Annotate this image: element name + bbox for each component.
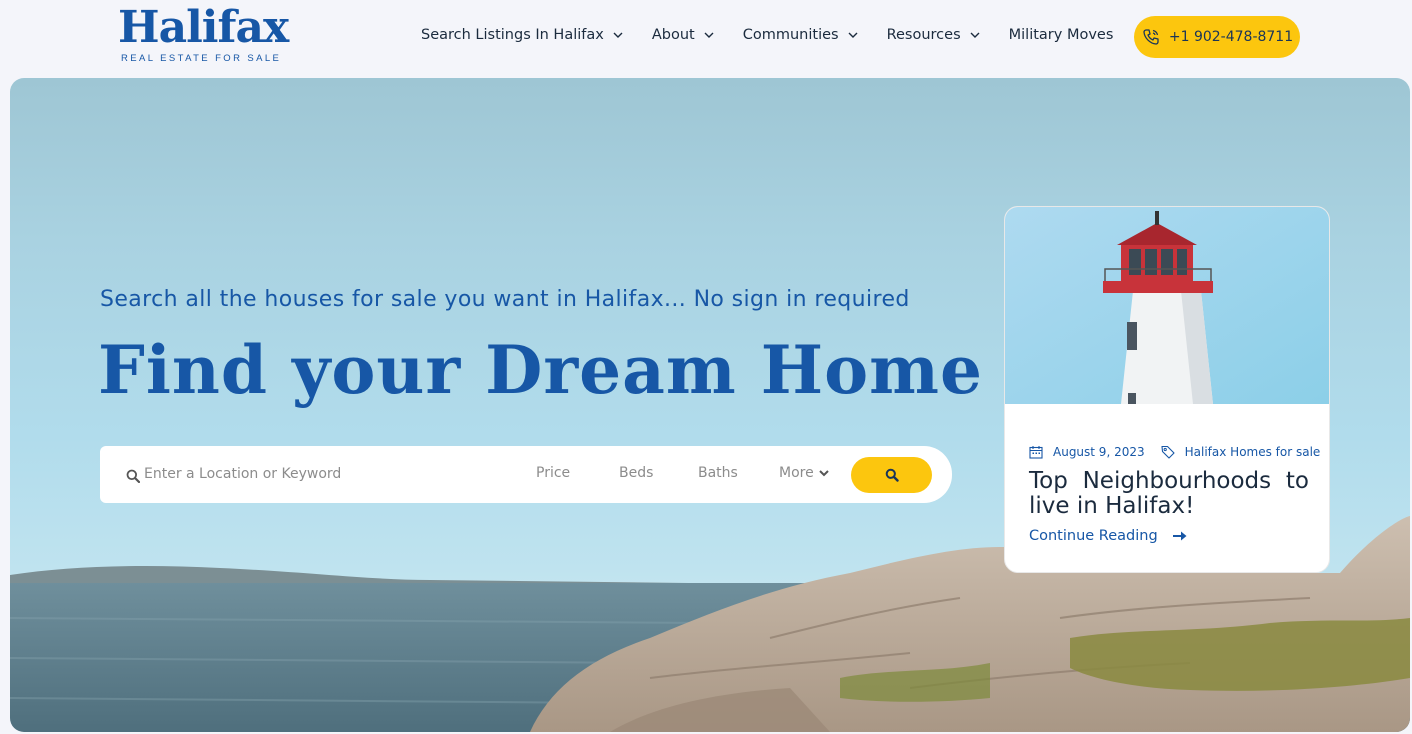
arrow-right-icon xyxy=(1172,531,1187,541)
featured-post-card[interactable]: August 9, 2023 Halifax Homes for sale To… xyxy=(1004,206,1330,573)
post-category-link[interactable]: Halifax Homes for sale xyxy=(1185,445,1321,459)
site-logo[interactable]: Halifax REAL ESTATE FOR SALE xyxy=(118,2,289,66)
chevron-down-icon xyxy=(612,29,624,41)
phone-icon xyxy=(1141,27,1161,47)
chevron-down-icon xyxy=(847,29,859,41)
post-date: August 9, 2023 xyxy=(1053,445,1145,459)
post-meta: August 9, 2023 Halifax Homes for sale xyxy=(1029,445,1320,459)
phone-number: +1 902-478-8711 xyxy=(1168,29,1294,45)
nav-item-military-moves[interactable]: Military Moves xyxy=(1009,27,1114,43)
logo-tagline: REAL ESTATE FOR SALE xyxy=(121,53,282,64)
nav-item-communities[interactable]: Communities xyxy=(743,27,859,43)
price-filter[interactable]: Price xyxy=(536,465,570,481)
calendar-icon xyxy=(1029,445,1043,459)
continue-reading-label: Continue Reading xyxy=(1029,528,1158,544)
phone-call-button[interactable]: +1 902-478-8711 xyxy=(1134,16,1300,58)
lighthouse-image xyxy=(1005,207,1329,404)
tag-icon xyxy=(1161,445,1175,459)
location-keyword-input[interactable] xyxy=(144,463,514,485)
site-header: Halifax REAL ESTATE FOR SALE Search List… xyxy=(0,0,1412,78)
more-filters-label: More xyxy=(779,465,814,481)
more-filters-dropdown[interactable]: More xyxy=(779,465,830,481)
continue-reading-link[interactable]: Continue Reading xyxy=(1029,528,1188,544)
listing-search-bar: Price Beds Baths More xyxy=(100,446,952,503)
search-button[interactable] xyxy=(851,457,932,493)
chevron-down-icon xyxy=(703,29,715,41)
search-icon xyxy=(885,468,899,482)
nav-item-label: Communities xyxy=(742,27,839,43)
post-title[interactable]: Top Neighbourhoods to live in Halifax! xyxy=(1029,469,1309,519)
beds-filter[interactable]: Beds xyxy=(619,465,653,481)
nav-item-search-listings[interactable]: Search Listings In Halifax xyxy=(421,27,624,43)
main-nav: Search Listings In Halifax About Communi… xyxy=(421,24,1113,46)
nav-item-resources[interactable]: Resources xyxy=(887,27,981,43)
nav-item-label: Resources xyxy=(886,27,961,43)
chevron-down-icon xyxy=(819,470,829,477)
chevron-down-icon xyxy=(969,29,981,41)
hero-subheading: Search all the houses for sale you want … xyxy=(100,287,910,312)
baths-filter[interactable]: Baths xyxy=(698,465,738,481)
hero-heading: Find your Dream Home xyxy=(98,331,983,409)
nav-item-label: Search Listings In Halifax xyxy=(421,27,604,43)
nav-item-label: About xyxy=(651,27,695,43)
nav-item-label: Military Moves xyxy=(1008,27,1114,43)
search-icon xyxy=(126,468,141,484)
logo-wordmark: Halifax xyxy=(118,2,289,53)
nav-item-about[interactable]: About xyxy=(652,27,715,43)
